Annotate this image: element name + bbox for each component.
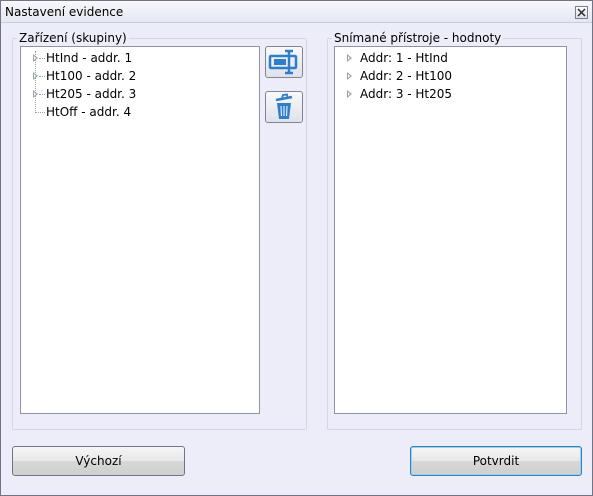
devices-values-group-label: Snímané přístroje - hodnoty	[332, 31, 504, 45]
tree-node[interactable]: Ht205 - addr. 3	[21, 85, 257, 103]
expand-arrow-icon[interactable]	[33, 54, 38, 62]
tree-node[interactable]: Addr: 1 - HtInd	[335, 49, 564, 67]
tree-node-label: Ht100 - addr. 2	[46, 69, 137, 83]
tree-node-label: HtInd - addr. 1	[46, 51, 133, 65]
tree-node[interactable]: Ht100 - addr. 2	[21, 67, 257, 85]
trash-icon	[275, 93, 293, 119]
tree-node[interactable]: HtInd - addr. 1	[21, 49, 257, 67]
tree-node-label: Ht205 - addr. 3	[46, 87, 137, 101]
devices-values-group: Snímané přístroje - hodnoty Addr: 1 - Ht…	[327, 31, 582, 430]
rename-button[interactable]	[265, 46, 303, 78]
expand-arrow-icon[interactable]	[347, 72, 352, 80]
close-button[interactable]	[575, 6, 588, 19]
window-title: Nastavení evidence	[5, 5, 124, 19]
devices-group-label: Zařízení (skupiny)	[17, 31, 129, 45]
devices-group: Zařízení (skupiny) HtInd - addr. 1 Ht100…	[12, 31, 307, 430]
close-icon	[577, 8, 586, 17]
dialog-window: Nastavení evidence Zařízení (skupiny) Ht…	[0, 0, 593, 496]
expand-arrow-icon[interactable]	[33, 72, 38, 80]
tree-node[interactable]: Addr: 3 - Ht205	[335, 85, 564, 103]
expand-arrow-icon[interactable]	[347, 54, 352, 62]
default-button[interactable]: Výchozí	[12, 446, 185, 476]
tree-node-label: Addr: 2 - Ht100	[360, 69, 453, 83]
title-bar[interactable]: Nastavení evidence	[1, 1, 592, 23]
expand-arrow-icon[interactable]	[33, 90, 38, 98]
expand-arrow-icon[interactable]	[347, 90, 352, 98]
delete-button[interactable]	[265, 91, 303, 123]
devices-tree[interactable]: HtInd - addr. 1 Ht100 - addr. 2 Ht205 - …	[20, 46, 260, 414]
tree-node-label: Addr: 3 - Ht205	[360, 87, 453, 101]
values-tree[interactable]: Addr: 1 - HtInd Addr: 2 - Ht100 Addr: 3 …	[334, 46, 567, 414]
tree-node-label: HtOff - addr. 4	[46, 105, 132, 119]
tree-node[interactable]: Addr: 2 - Ht100	[335, 67, 564, 85]
tree-node-label: Addr: 1 - HtInd	[360, 51, 448, 65]
tree-node[interactable]: HtOff - addr. 4	[21, 103, 257, 121]
confirm-button[interactable]: Potvrdit	[410, 446, 582, 476]
rename-icon	[268, 49, 298, 75]
